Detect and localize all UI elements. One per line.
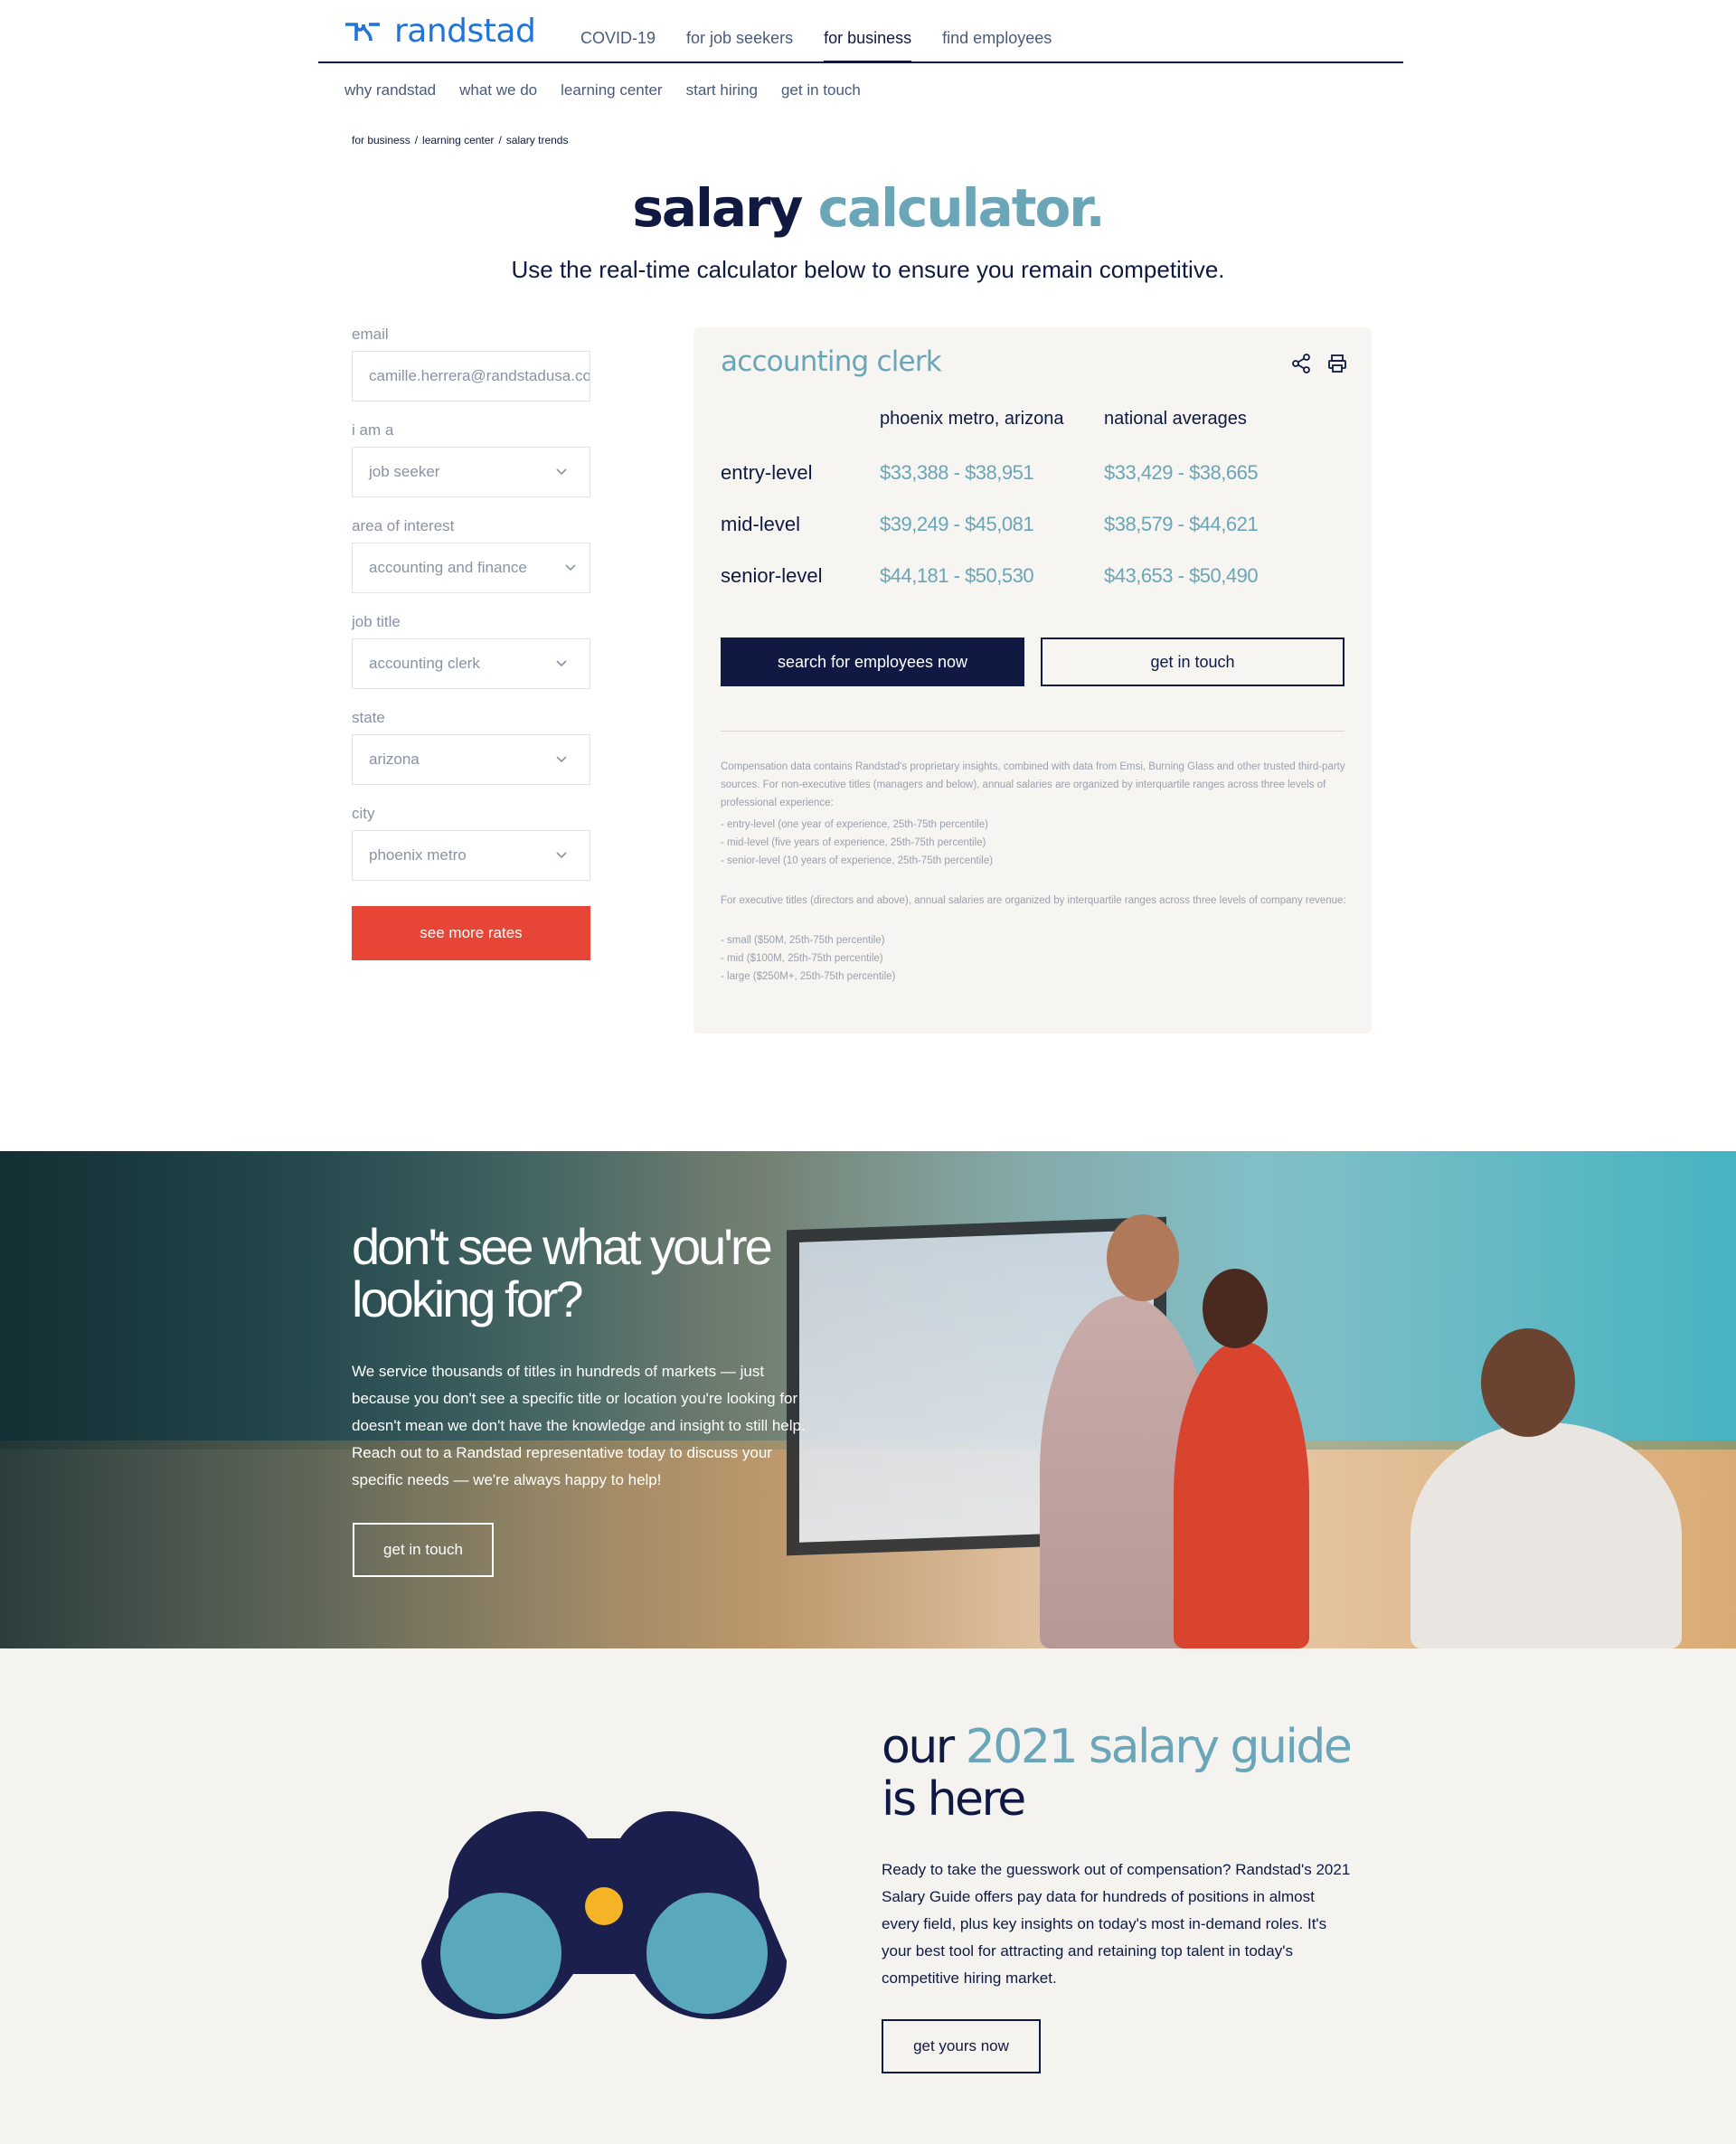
person-image xyxy=(1481,1328,1575,1437)
banner-body: We service thousands of titles in hundre… xyxy=(352,1363,806,1488)
email-field[interactable]: camille.herrera@randstadusa.com xyxy=(352,351,590,401)
person-image xyxy=(1410,1422,1682,1648)
page-subtitle: Use the real-time calculator below to en… xyxy=(511,256,1225,283)
methodology-exec: For executive titles (directors and abov… xyxy=(721,895,1346,906)
breadcrumb-separator: / xyxy=(414,134,419,146)
mid-national-range: $38,579 - $44,621 xyxy=(1104,513,1259,535)
banner-get-in-touch-button[interactable]: get in touch xyxy=(353,1523,494,1577)
methodology-level: - entry-level (one year of experience, 2… xyxy=(721,819,988,830)
state-label: state xyxy=(352,709,385,726)
subnav-what-we-do[interactable]: what we do xyxy=(459,81,537,99)
job-title-select-value: accounting clerk xyxy=(369,655,480,672)
methodology-level: - mid-level (five years of experience, 2… xyxy=(721,837,986,848)
nav-covid-19[interactable]: COVID-19 xyxy=(580,0,656,63)
entry-local-range: $33,388 - $38,951 xyxy=(880,461,1034,484)
state-select[interactable]: arizona xyxy=(352,734,590,785)
email-label: email xyxy=(352,326,389,343)
column-header-national: national averages xyxy=(1104,409,1247,429)
role-select-value: job seeker xyxy=(369,463,440,480)
brand-name: randstad xyxy=(394,12,536,50)
card-divider xyxy=(721,731,1344,732)
chevron-down-icon xyxy=(556,660,567,667)
methodology-intro: Compensation data contains Randstad's pr… xyxy=(721,761,1345,808)
methodology-level: - senior-level (10 years of experience, … xyxy=(721,855,994,866)
row-label-senior: senior-level xyxy=(721,564,823,587)
job-title-select[interactable]: accounting clerk xyxy=(352,638,590,689)
methodology-size: - small ($50M, 25th-75th percentile) xyxy=(721,935,885,946)
chevron-down-icon xyxy=(565,564,576,571)
guide-heading-main: our xyxy=(882,1720,966,1774)
breadcrumb-for-business[interactable]: for business xyxy=(352,134,410,146)
role-label: i am a xyxy=(352,421,394,439)
get-yours-now-button[interactable]: get yours now xyxy=(882,2019,1041,2073)
area-label: area of interest xyxy=(352,517,455,534)
result-job-title: accounting clerk xyxy=(721,345,942,378)
methodology-size: - mid ($100M, 25th-75th percentile) xyxy=(721,953,883,964)
subnav-learning-center[interactable]: learning center xyxy=(561,81,662,99)
senior-local-range: $44,181 - $50,530 xyxy=(880,564,1034,587)
search-employees-button[interactable]: search for employees now xyxy=(721,638,1024,686)
methodology-size: - large ($250M+, 25th-75th percentile) xyxy=(721,971,896,982)
chevron-down-icon xyxy=(556,468,567,476)
breadcrumb-current: salary trends xyxy=(505,134,569,146)
salary-form: email camille.herrera@randstadusa.com i … xyxy=(352,326,590,960)
guide-heading-end: is here xyxy=(882,1772,1026,1827)
nav-for-business[interactable]: for business xyxy=(824,0,912,63)
see-more-rates-button[interactable]: see more rates xyxy=(352,906,590,960)
person-image xyxy=(1203,1269,1268,1348)
nav-for-job-seekers[interactable]: for job seekers xyxy=(686,0,793,63)
mid-local-range: $39,249 - $45,081 xyxy=(880,513,1034,535)
guide-heading-accent: 2021 salary guide xyxy=(965,1720,1353,1774)
guide-body: Ready to take the guesswork out of compe… xyxy=(882,1861,1351,1987)
banner-heading: don't see what you're looking for? xyxy=(352,1218,773,1327)
chevron-down-icon xyxy=(556,756,567,763)
get-in-touch-button[interactable]: get in touch xyxy=(1041,638,1344,686)
print-icon[interactable] xyxy=(1326,353,1348,374)
salary-results-card: accounting clerk phoenix metro, arizona … xyxy=(693,327,1372,1034)
salary-guide-section: our 2021 salary guide is here Ready to t… xyxy=(0,1648,1736,2144)
share-icon[interactable] xyxy=(1290,353,1312,374)
city-label: city xyxy=(352,805,375,822)
state-select-value: arizona xyxy=(369,751,420,768)
contact-banner: don't see what you're looking for? We se… xyxy=(0,1151,1736,1648)
row-label-entry: entry-level xyxy=(721,461,813,484)
city-select-value: phoenix metro xyxy=(369,846,467,864)
subnav-why-randstad[interactable]: why randstad xyxy=(344,81,436,99)
nav-find-employees[interactable]: find employees xyxy=(942,0,1052,63)
area-select-value: accounting and finance xyxy=(369,559,527,576)
card-actions xyxy=(1290,353,1348,374)
senior-national-range: $43,653 - $50,490 xyxy=(1104,564,1259,587)
guide-heading: our 2021 salary guide is here xyxy=(882,1721,1388,1826)
chevron-down-icon xyxy=(556,852,567,859)
column-header-local: phoenix metro, arizona xyxy=(880,409,1064,429)
page-title: salary calculator. xyxy=(0,177,1736,239)
page-title-main: salary xyxy=(632,177,818,239)
entry-national-range: $33,429 - $38,665 xyxy=(1104,461,1259,484)
top-navigation: randstad COVID-19 for job seekers for bu… xyxy=(318,0,1403,63)
randstad-logo-icon xyxy=(345,23,380,42)
row-label-mid: mid-level xyxy=(721,513,801,535)
randstad-logo[interactable]: randstad xyxy=(344,12,536,50)
breadcrumb: for business / learning center / salary … xyxy=(352,134,568,146)
area-select[interactable]: accounting and finance xyxy=(352,543,590,593)
job-title-label: job title xyxy=(352,613,401,630)
person-image xyxy=(1107,1214,1179,1301)
role-select[interactable]: job seeker xyxy=(352,447,590,497)
city-select[interactable]: phoenix metro xyxy=(352,830,590,881)
main-nav: COVID-19 for job seekers for business fi… xyxy=(580,0,1082,63)
subnav-start-hiring[interactable]: start hiring xyxy=(686,81,758,99)
binoculars-icon xyxy=(421,1811,787,2019)
breadcrumb-learning-center[interactable]: learning center xyxy=(422,134,494,146)
person-image xyxy=(1174,1341,1309,1648)
breadcrumb-separator: / xyxy=(498,134,502,146)
page-title-accent: calculator. xyxy=(817,177,1106,239)
sub-nav: why randstad what we do learning center … xyxy=(344,81,884,99)
subnav-get-in-touch[interactable]: get in touch xyxy=(781,81,861,99)
